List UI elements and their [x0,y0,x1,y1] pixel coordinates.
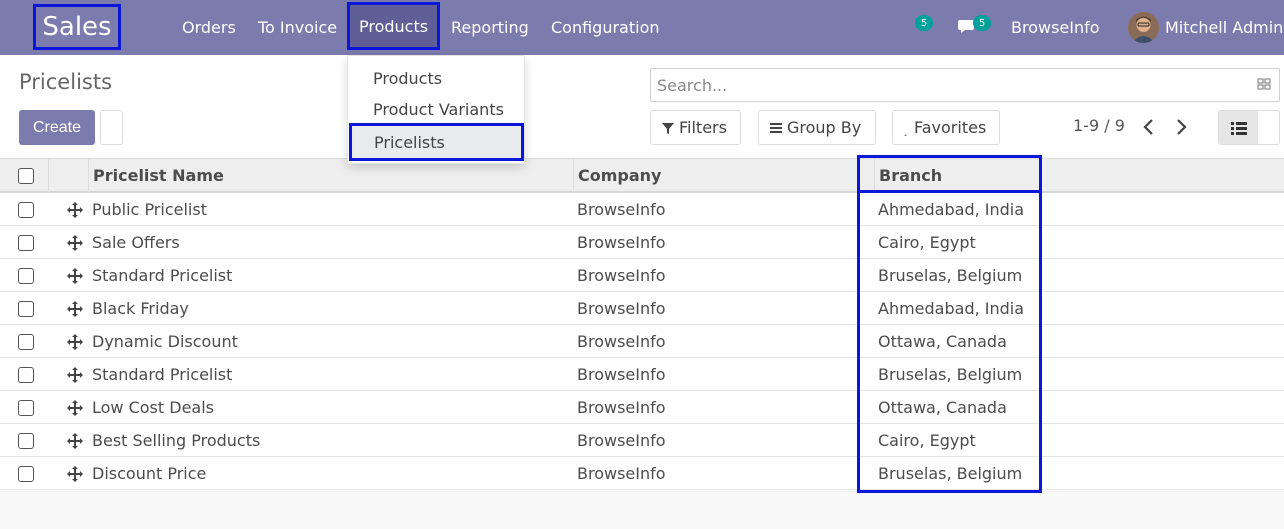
menu-configuration[interactable]: Configuration [551,0,660,55]
pager-value[interactable]: 1-9 / 9 [1073,116,1125,135]
cell-company: BrowseInfo [577,266,666,285]
drag-handle-icon[interactable] [67,466,83,482]
cell-branch: Bruselas, Belgium [878,266,1023,285]
drag-handle-icon[interactable] [67,268,83,284]
favorites-label: Favorites [914,118,987,137]
row-checkbox[interactable] [18,466,34,482]
table-row[interactable]: Best Selling Products BrowseInfo Cairo, Eg… [0,424,1284,457]
cell-pricelist-name: Best Selling Products [92,431,261,450]
group-by-icon [770,122,782,133]
table-row[interactable]: Dynamic Discount BrowseInfo Ottawa, Canada [0,325,1284,358]
menu-to-invoice[interactable]: To Invoice [258,0,337,55]
filters-label: Filters [679,118,727,137]
drag-handle-icon[interactable] [67,235,83,251]
import-button[interactable] [100,110,123,145]
avatar[interactable] [1128,12,1159,43]
filter-icon [662,122,674,134]
favorites-icon: ¸ [903,126,908,137]
activity-badge[interactable]: 5 [915,15,933,31]
table-row[interactable]: Sale Offers BrowseInfo Cairo, Egypt [0,226,1284,259]
app-title[interactable]: Sales [33,4,121,50]
drag-handle-icon[interactable] [67,334,83,350]
cell-branch: Bruselas, Belgium [878,464,1023,483]
cell-branch: Ottawa, Canada [878,332,1007,351]
row-checkbox[interactable] [18,334,34,350]
column-header-company[interactable]: Company [578,159,661,192]
products-dropdown: Products Product Variants Pricelists [347,55,525,164]
drag-handle-icon[interactable] [67,433,83,449]
user-menu[interactable]: Mitchell Admin [1165,0,1283,55]
row-checkbox[interactable] [18,367,34,383]
search-toggle-icon[interactable] [1257,77,1271,91]
messages-badge[interactable]: 5 [973,15,991,31]
cell-company: BrowseInfo [577,200,666,219]
dropdown-item-products[interactable]: Products [348,63,524,94]
drag-handle-icon[interactable] [67,301,83,317]
menu-orders[interactable]: Orders [182,0,236,55]
cell-branch: Ottawa, Canada [878,398,1007,417]
row-checkbox[interactable] [18,235,34,251]
row-checkbox[interactable] [18,400,34,416]
cell-branch: Bruselas, Belgium [878,365,1023,384]
column-header-branch[interactable]: Branch [879,159,942,192]
group-by-label: Group By [787,118,862,137]
cell-branch: Cairo, Egypt [878,233,976,252]
dropdown-item-product-variants[interactable]: Product Variants [348,94,524,125]
top-navbar: Sales Orders To Invoice Products Reporti… [0,0,1284,55]
table-header: Pricelist Name Company Branch [0,158,1284,193]
table-row[interactable]: Low Cost Deals BrowseInfo Ottawa, Canada [0,391,1284,424]
table-row[interactable]: Standard Pricelist BrowseInfo Bruselas, Be… [0,358,1284,391]
row-checkbox[interactable] [18,433,34,449]
table-row[interactable]: Black Friday BrowseInfo Ahmedabad, India [0,292,1284,325]
table-row[interactable]: Public Pricelist BrowseInfo Ahmedabad, Ind… [0,193,1284,226]
column-header-pricelist-name[interactable]: Pricelist Name [93,159,224,192]
chevron-left-icon[interactable] [1141,117,1157,137]
cell-pricelist-name: Public Pricelist [92,200,207,219]
row-checkbox[interactable] [18,202,34,218]
table-row[interactable]: Standard Pricelist BrowseInfo Bruselas, Be… [0,259,1284,292]
table-row[interactable]: Discount Price BrowseInfo Bruselas, Belgiu… [0,457,1284,490]
dropdown-item-pricelists[interactable]: Pricelists [349,123,524,161]
menu-products[interactable]: Products [347,2,441,50]
cell-pricelist-name: Low Cost Deals [92,398,214,417]
cell-branch: Ahmedabad, India [878,299,1025,318]
cell-company: BrowseInfo [577,365,666,384]
filters-button[interactable]: Filters [650,110,741,145]
cell-company: BrowseInfo [577,299,666,318]
branch-header-divider [857,190,1042,193]
cell-pricelist-name: Sale Offers [92,233,180,252]
menu-reporting[interactable]: Reporting [451,0,529,55]
cell-pricelist-name: Standard Pricelist [92,266,233,285]
cell-pricelist-name: Standard Pricelist [92,365,233,384]
page-title: Pricelists [19,70,113,94]
cell-company: BrowseInfo [577,464,666,483]
create-button[interactable]: Create [19,110,95,145]
drag-handle-icon[interactable] [67,400,83,416]
favorites-button[interactable]: ¸ Favorites [892,110,1000,145]
cell-company: BrowseInfo [577,332,666,351]
cell-branch: Cairo, Egypt [878,431,976,450]
cell-company: BrowseInfo [577,398,666,417]
cell-pricelist-name: Dynamic Discount [92,332,238,351]
drag-handle-icon[interactable] [67,367,83,383]
list-view-button[interactable] [1219,111,1258,144]
row-checkbox[interactable] [18,268,34,284]
view-switcher [1218,110,1280,145]
row-checkbox[interactable] [18,301,34,317]
select-all-checkbox[interactable] [18,168,34,184]
cell-pricelist-name: Black Friday [92,299,189,318]
cell-company: BrowseInfo [577,431,666,450]
drag-handle-icon[interactable] [67,202,83,218]
company-switcher[interactable]: BrowseInfo [1011,0,1100,55]
cell-pricelist-name: Discount Price [92,464,207,483]
search-input[interactable]: Search... [650,68,1280,102]
list-view-icon [1230,121,1247,135]
cell-branch: Ahmedabad, India [878,200,1025,219]
table-footer [0,491,1284,529]
group-by-button[interactable]: Group By [758,110,876,145]
cell-company: BrowseInfo [577,233,666,252]
chevron-right-icon[interactable] [1173,117,1189,137]
